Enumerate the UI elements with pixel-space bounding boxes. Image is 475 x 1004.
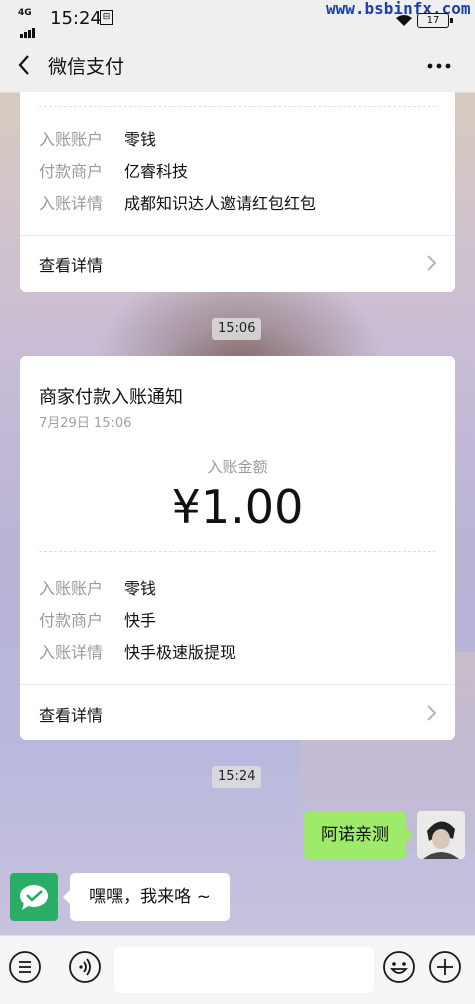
- voice-icon[interactable]: [68, 950, 102, 984]
- row-value: 零钱: [124, 579, 157, 598]
- row-value: 亿睿科技: [124, 162, 189, 181]
- row-value: 零钱: [124, 130, 157, 149]
- card-divider: [39, 551, 436, 552]
- more-icon[interactable]: [425, 48, 453, 84]
- card-date: 7月29日 15:06: [39, 416, 132, 431]
- sent-message-bubble[interactable]: 阿诺亲测: [304, 811, 413, 859]
- chevron-right-icon: [425, 253, 437, 273]
- card-row: 付款商户 亿睿科技: [39, 158, 188, 182]
- row-value: 快手: [124, 611, 157, 630]
- amount-value: ¥1.00: [171, 480, 304, 534]
- signal-icon: [20, 19, 36, 38]
- view-details-label: 查看详情: [39, 706, 104, 725]
- emoji-icon[interactable]: [382, 950, 416, 984]
- menu-icon[interactable]: [8, 950, 42, 984]
- wechat-logo-icon: [20, 885, 48, 910]
- row-key: 付款商户: [39, 611, 104, 630]
- wifi-icon: [395, 14, 413, 30]
- add-icon[interactable]: [428, 950, 462, 984]
- timestamp-pill: 15:06: [212, 318, 262, 340]
- message-input[interactable]: [114, 947, 374, 993]
- row-key: 付款商户: [39, 162, 104, 181]
- avatar[interactable]: [417, 811, 465, 859]
- card-row: 付款商户 快手: [39, 607, 156, 631]
- battery-icon: 17: [417, 13, 453, 28]
- card-row: 入账详情 快手极速版提现: [39, 639, 236, 663]
- notification-icon: ⊟: [100, 10, 113, 25]
- row-key: 入账详情: [39, 194, 104, 213]
- card-row: 入账账户 零钱: [39, 575, 156, 599]
- card-divider: [39, 106, 436, 107]
- timestamp-pill: 15:24: [212, 766, 262, 788]
- received-message-bubble[interactable]: 嘿嘿，我来咯 ~: [63, 873, 230, 921]
- page-title: 微信支付: [48, 56, 125, 78]
- input-bar: [0, 935, 475, 1004]
- card-title: 商家付款入账通知: [39, 387, 183, 408]
- payment-card: 商家付款入账通知 7月29日 15:06 入账金额 ¥1.00 入账账户 零钱 付…: [20, 356, 455, 740]
- payment-card-previous: 入账账户 零钱 付款商户 亿睿科技 入账详情 成都知识达人邀请红包红包 查看详情: [20, 92, 455, 292]
- view-details-link[interactable]: 查看详情: [20, 684, 455, 740]
- network-indicator: 4G: [18, 8, 32, 18]
- row-key: 入账账户: [39, 579, 104, 598]
- row-key: 入账账户: [39, 130, 104, 149]
- chevron-right-icon: [425, 703, 437, 723]
- row-value: 成都知识达人邀请红包红包: [124, 194, 317, 213]
- view-details-link[interactable]: 查看详情: [20, 235, 455, 292]
- chevron-left-icon[interactable]: [14, 50, 40, 80]
- status-time: 15:24: [50, 8, 102, 29]
- view-details-label: 查看详情: [39, 256, 104, 275]
- status-bar: 4G 15:24 ⊟ www.bsbinfx.com 17: [0, 0, 475, 38]
- card-row: 入账详情 成都知识达人邀请红包红包: [39, 190, 316, 214]
- amount-label: 入账金额: [207, 458, 268, 476]
- wechat-pay-avatar[interactable]: [10, 873, 58, 921]
- row-value: 快手极速版提现: [124, 643, 237, 662]
- card-row: 入账账户 零钱: [39, 126, 156, 150]
- nav-bar: 微信支付: [0, 38, 475, 93]
- row-key: 入账详情: [39, 643, 104, 662]
